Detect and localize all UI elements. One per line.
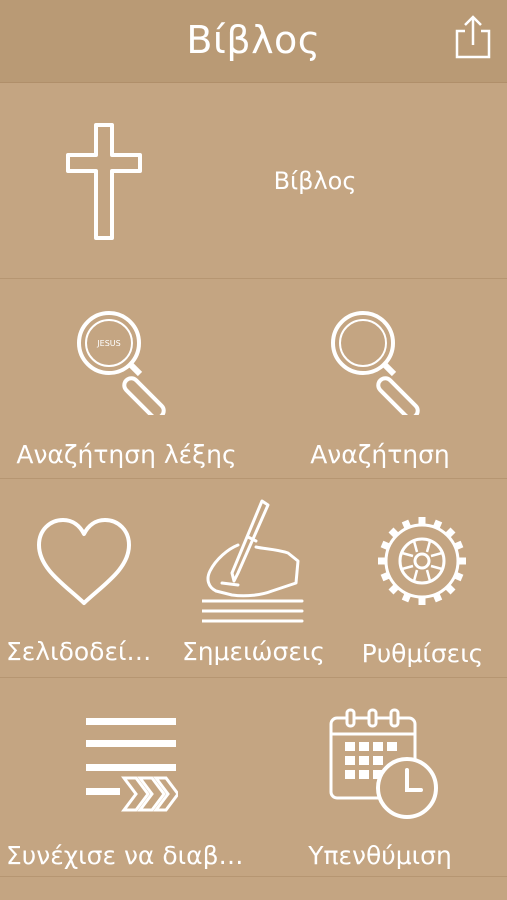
menu-item-search[interactable]: Αναζήτηση [253, 279, 507, 478]
menu-item-word-search[interactable]: JESUS Αναζήτηση λέξης [0, 279, 253, 478]
magnifier-icon [331, 311, 420, 415]
menu-label-continue-reading: Συνέχισε να διαβ… [6, 841, 244, 870]
menu-label-bible: Βίβλος [273, 167, 357, 195]
menu-label-settings: Ρυθμίσεις [361, 639, 484, 668]
menu-item-continue-reading[interactable]: Συνέχισε να διαβ… [0, 678, 253, 876]
menu-item-bookmarks[interactable]: Σελιδοδεί… [0, 479, 169, 677]
page-title: Βίβλος [186, 18, 321, 62]
menu-label-word-search: Αναζήτηση λέξης [16, 440, 237, 469]
menu-item-reminder[interactable]: Υπενθύμιση [253, 678, 507, 876]
cross-icon [66, 123, 142, 240]
menu-item-bible[interactable]: Βίβλος [0, 83, 507, 278]
share-button[interactable] [452, 14, 494, 60]
writing-hand-icon [202, 499, 304, 623]
top-bar: Βίβλος [0, 0, 507, 83]
menu-label-reminder: Υπενθύμιση [308, 841, 452, 870]
menu-item-settings[interactable]: Ρυθμίσεις [338, 479, 507, 677]
jesus-magnifier-icon: JESUS [77, 311, 166, 415]
heart-icon [37, 518, 131, 605]
gear-icon [378, 517, 466, 605]
menu-item-notes[interactable]: Σημειώσεις [169, 479, 338, 677]
menu-label-search: Αναζήτηση [310, 440, 450, 469]
share-icon [455, 15, 491, 59]
menu-label-notes: Σημειώσεις [182, 637, 325, 666]
continue-list-icon [86, 718, 178, 812]
word-search-icon-text: JESUS [96, 339, 120, 348]
menu-label-bookmarks: Σελιδοδεί… [6, 637, 152, 666]
calendar-clock-icon [329, 708, 438, 819]
row-divider [0, 876, 507, 877]
